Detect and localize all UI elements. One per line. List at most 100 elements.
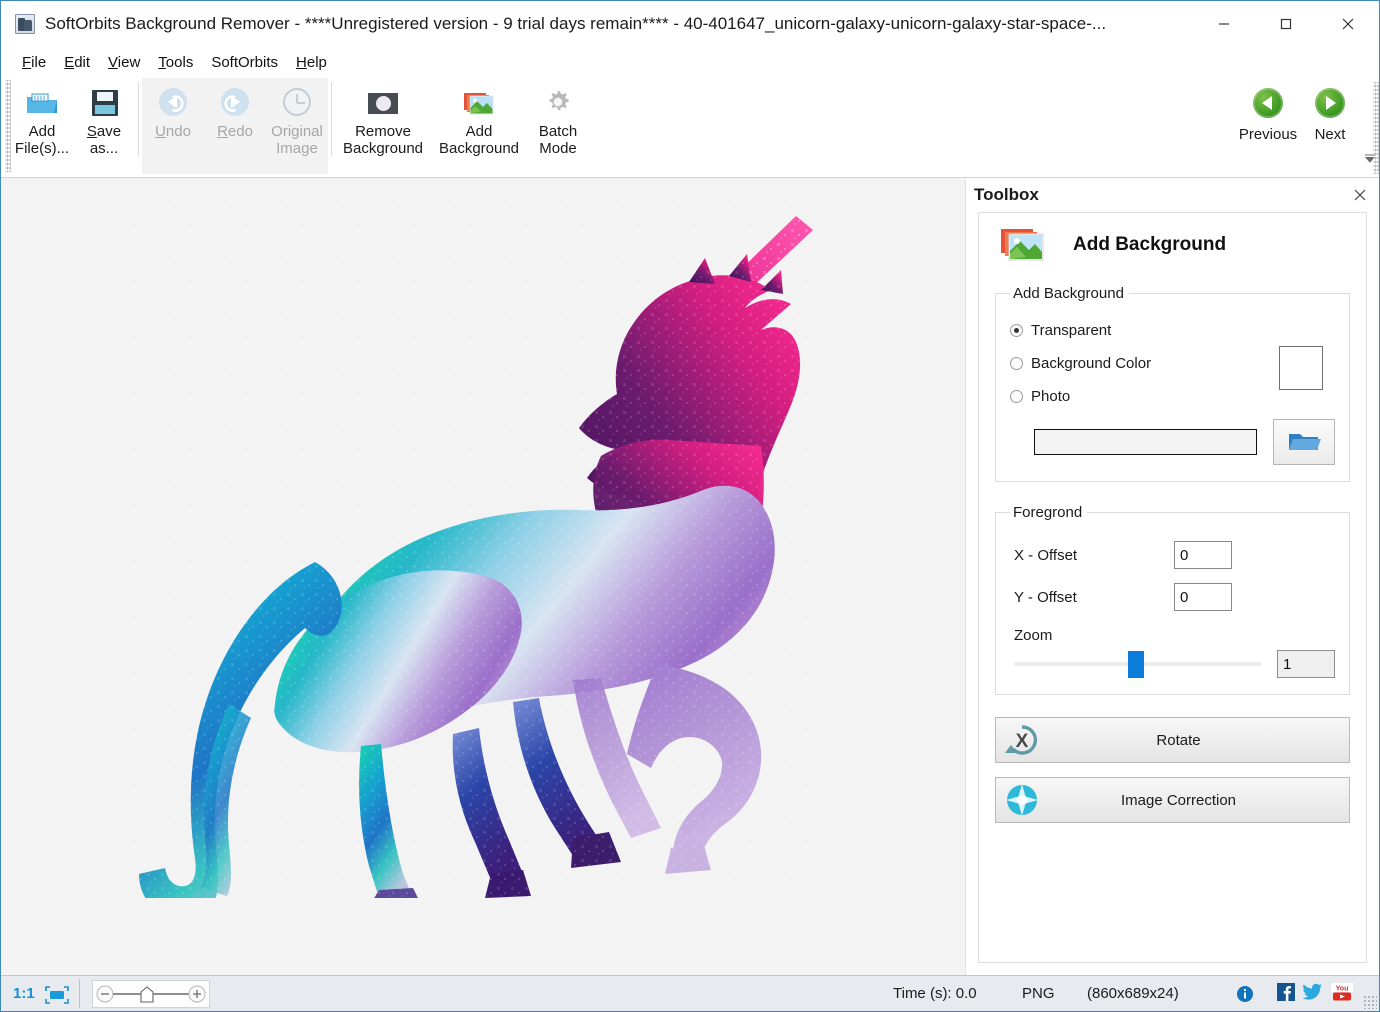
status-info-group: Time (s): 0.0 PNG (860x689x24) xyxy=(880,976,1379,1011)
add-background-label-line2: Background xyxy=(439,141,519,158)
batch-mode-label-line1: Batch xyxy=(539,124,577,141)
svg-text:X: X xyxy=(1016,731,1029,752)
info-icon[interactable] xyxy=(1224,985,1266,1003)
batch-mode-label-line2: Mode xyxy=(539,141,577,158)
remove-background-icon xyxy=(365,84,401,120)
menu-file[interactable]: FFileile xyxy=(13,50,55,75)
foreground-legend: Foregrond xyxy=(1010,504,1087,521)
menu-bar: FFileile Edit View Tools SoftOrbits Help xyxy=(1,46,1379,78)
original-image-label-line1: Original xyxy=(271,124,323,141)
rotate-x-icon: X xyxy=(1002,720,1042,760)
menu-softorbits[interactable]: SoftOrbits xyxy=(202,50,287,75)
dimensions-label: (860x689x24) xyxy=(1075,985,1223,1002)
toolbox-panel: Toolbox xyxy=(965,178,1379,975)
menu-help[interactable]: Help xyxy=(287,50,336,75)
rotate-label: Rotate xyxy=(1042,732,1315,749)
rotate-button[interactable]: X Rotate xyxy=(995,717,1350,763)
add-files-label-line1: Add xyxy=(29,124,56,141)
redo-arrow-icon xyxy=(217,84,253,120)
previous-button[interactable]: Previous xyxy=(1237,78,1299,170)
menu-tools[interactable]: Tools xyxy=(149,50,202,75)
zoom-slider-row xyxy=(1014,650,1335,678)
toolbar-grip-right[interactable] xyxy=(1373,82,1379,174)
twitter-icon[interactable] xyxy=(1303,983,1323,1005)
clock-history-icon xyxy=(279,84,315,120)
radio-photo-label: Photo xyxy=(1031,388,1070,405)
photo-path-input[interactable] xyxy=(1034,429,1257,455)
application-window: SoftOrbits Background Remover - ****Unre… xyxy=(0,0,1380,1012)
facebook-icon[interactable] xyxy=(1277,983,1295,1005)
menu-edit[interactable]: Edit xyxy=(55,50,99,75)
open-folder-icon xyxy=(1287,429,1321,455)
canvas-zoom-slider[interactable] xyxy=(92,980,210,1008)
image-correction-button[interactable]: Image Correction xyxy=(995,777,1350,823)
scale-label[interactable]: 1:1 xyxy=(13,985,35,1002)
menu-view[interactable]: View xyxy=(99,50,149,75)
save-as-label-line2: as... xyxy=(90,141,118,158)
browse-photo-button[interactable] xyxy=(1273,419,1335,465)
image-correction-icon xyxy=(1002,780,1042,820)
time-label: Time (s): 0.0 xyxy=(881,985,1009,1002)
workspace: Toolbox xyxy=(1,178,1379,975)
window-controls xyxy=(1193,1,1379,46)
redo-label: Redo xyxy=(217,124,253,141)
background-color-swatch[interactable] xyxy=(1279,346,1323,390)
maximize-button[interactable] xyxy=(1255,1,1317,46)
add-background-icon xyxy=(1001,227,1047,263)
y-offset-row: Y - Offset xyxy=(1014,583,1335,611)
toolbox-content: Add Background Add Background Transparen… xyxy=(978,212,1367,963)
window-resize-grip[interactable] xyxy=(1363,995,1377,1009)
zoom-label: Zoom xyxy=(1014,627,1335,644)
add-files-label-line2: File(s)... xyxy=(15,141,69,158)
undo-arrow-icon xyxy=(155,84,191,120)
unicorn-galaxy-image xyxy=(61,198,861,898)
add-background-icon xyxy=(461,84,497,120)
minimize-button[interactable] xyxy=(1193,1,1255,46)
remove-background-label-line2: Background xyxy=(343,141,423,158)
image-correction-label: Image Correction xyxy=(1042,792,1315,809)
toolbox-close-icon[interactable] xyxy=(1351,186,1369,204)
save-as-label-line1: Save xyxy=(87,124,121,141)
original-image-button[interactable]: Original Image xyxy=(266,78,328,170)
next-button[interactable]: Next xyxy=(1299,78,1361,170)
x-offset-row: X - Offset xyxy=(1014,541,1335,569)
radio-photo-indicator[interactable] xyxy=(1010,390,1023,403)
close-button[interactable] xyxy=(1317,1,1379,46)
youtube-icon[interactable]: You xyxy=(1331,983,1353,1005)
add-files-button[interactable]: Add File(s)... xyxy=(11,78,73,170)
toolbox-header: Add Background xyxy=(995,227,1350,263)
zoom-slider-cell xyxy=(80,976,222,1011)
radio-transparent-label: Transparent xyxy=(1031,322,1111,339)
batch-mode-button[interactable]: Batch Mode xyxy=(527,78,589,170)
fit-to-window-icon[interactable] xyxy=(45,986,67,1002)
y-offset-label: Y - Offset xyxy=(1014,589,1174,606)
radio-background-color-indicator[interactable] xyxy=(1010,357,1023,370)
arrow-right-circle-icon xyxy=(1315,88,1345,118)
main-toolbar: Add File(s)... Save as... xyxy=(1,78,1379,178)
save-as-button[interactable]: Save as... xyxy=(73,78,135,170)
photo-path-row xyxy=(1010,419,1335,465)
radio-transparent[interactable]: Transparent xyxy=(1010,315,1335,345)
zoom-slider[interactable] xyxy=(1014,651,1261,677)
image-canvas[interactable] xyxy=(1,178,965,975)
original-image-label-line2: Image xyxy=(276,141,318,158)
x-offset-input[interactable] xyxy=(1174,541,1232,569)
navigation-group: Previous Next xyxy=(1237,78,1361,174)
foreground-group: Foregrond X - Offset Y - Offset Zoom xyxy=(995,504,1350,695)
remove-background-button[interactable]: Remove Background xyxy=(335,78,431,170)
title-bar: SoftOrbits Background Remover - ****Unre… xyxy=(1,1,1379,46)
radio-transparent-indicator[interactable] xyxy=(1010,324,1023,337)
zoom-value-input[interactable] xyxy=(1277,650,1335,678)
file-button-group: Add File(s)... Save as... xyxy=(11,78,135,174)
undo-label: Undo xyxy=(155,124,191,141)
redo-button[interactable]: Redo xyxy=(204,78,266,170)
remove-background-label-line1: Remove xyxy=(355,124,411,141)
open-folder-icon xyxy=(24,84,60,120)
zoom-slider-thumb[interactable] xyxy=(1128,651,1144,678)
add-background-button[interactable]: Add Background xyxy=(431,78,527,170)
svg-text:You: You xyxy=(1336,985,1349,992)
add-background-label-line1: Add xyxy=(466,124,493,141)
undo-button[interactable]: Undo xyxy=(142,78,204,170)
y-offset-input[interactable] xyxy=(1174,583,1232,611)
previous-label: Previous xyxy=(1239,126,1297,143)
